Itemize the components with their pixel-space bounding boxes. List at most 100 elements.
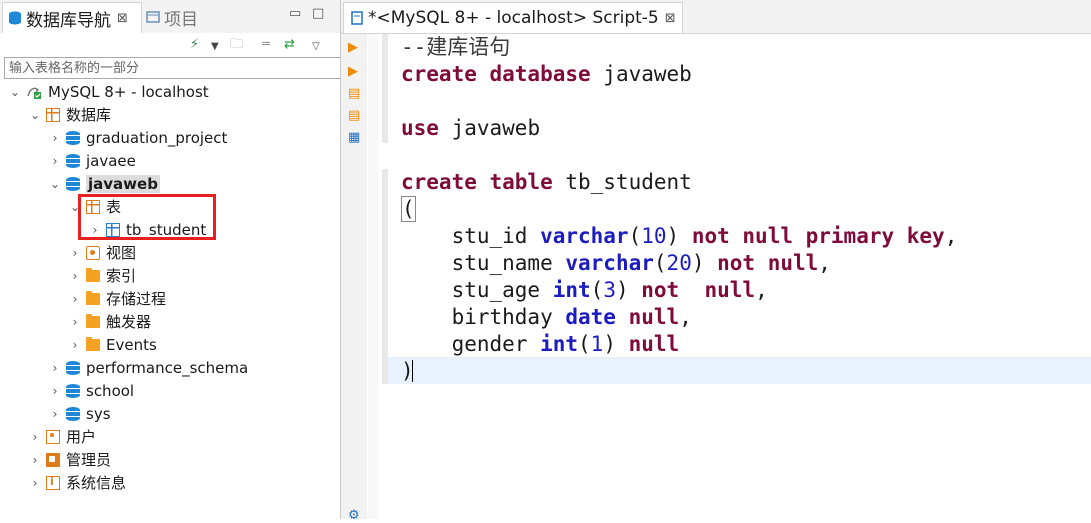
tree-item-database[interactable]: › javaee: [48, 149, 136, 172]
execute-script-icon[interactable]: ▤: [348, 86, 360, 101]
database-navigator-panel: 数据库导航 ⊠ 项目 ▭ □ ⚡ ▼ 🗀 ═ ⇄ ▽ ⌄ MySQL 8+ - …: [0, 0, 341, 519]
chevron-down-icon[interactable]: ⌄: [8, 85, 22, 99]
indexes-folder-label: 索引: [106, 267, 137, 285]
keyword: null: [628, 332, 680, 356]
chevron-down-icon[interactable]: ⌄: [28, 108, 42, 122]
chevron-right-icon[interactable]: ›: [68, 292, 82, 306]
tree-item-procedures-folder[interactable]: › 存储过程: [68, 287, 166, 310]
folder-icon: [86, 267, 100, 282]
connection-label: MySQL 8+ - localhost: [48, 82, 209, 101]
link-editor-icon[interactable]: ⇄: [284, 37, 295, 53]
tree-item-database[interactable]: › graduation_project: [48, 126, 228, 149]
keyword: null: [628, 305, 680, 329]
new-folder-icon[interactable]: 🗀: [230, 37, 243, 53]
tree-item-system-info[interactable]: › 系统信息: [28, 471, 126, 494]
views-folder-label: 视图: [106, 244, 137, 262]
code-line-create-database: create database javaweb: [401, 62, 692, 86]
database-icon: [66, 153, 80, 168]
editor-action-sidebar: ▶ ▶ ▤ ▤ ▦ ⚙: [341, 34, 367, 523]
tree-item-views-folder[interactable]: › 视图: [68, 241, 136, 264]
tree-item-database-javaweb[interactable]: ⌄ javaweb: [48, 172, 160, 195]
folder-icon: [86, 336, 100, 351]
statement-block-marker: [382, 34, 388, 143]
code-line-use: use javaweb: [401, 116, 541, 140]
new-connection-icon[interactable]: ⚡: [190, 37, 199, 53]
tree-item-database[interactable]: › school: [48, 379, 135, 402]
settings-icon[interactable]: ⚙: [348, 508, 360, 523]
keyword: not null: [641, 278, 756, 302]
chevron-right-icon[interactable]: ›: [28, 476, 42, 490]
database-icon: [66, 383, 80, 398]
minimize-icon[interactable]: ▭: [289, 6, 301, 21]
code-line-open-paren: (: [401, 196, 416, 223]
text-cursor: [412, 360, 413, 382]
chevron-right-icon[interactable]: ›: [28, 453, 42, 467]
chevron-down-icon[interactable]: ▼: [211, 39, 219, 55]
chevron-right-icon[interactable]: ›: [68, 315, 82, 329]
close-icon[interactable]: ⊠: [665, 11, 676, 26]
highlight-box: [78, 194, 216, 240]
type: varchar: [540, 224, 629, 248]
chevron-down-icon[interactable]: ⌄: [48, 177, 62, 191]
chevron-right-icon[interactable]: ›: [48, 384, 62, 398]
procedures-folder-label: 存储过程: [106, 290, 167, 308]
tree-item-users-folder[interactable]: › 用户: [28, 425, 96, 448]
tab-database-navigator[interactable]: 数据库导航 ⊠: [2, 2, 142, 33]
number: 10: [641, 224, 667, 248]
tab-database-navigator-label: 数据库导航: [26, 10, 111, 31]
close-icon[interactable]: ⊠: [117, 11, 128, 26]
execute-new-tab-icon[interactable]: ▶: [348, 64, 358, 79]
table-filter-input[interactable]: [4, 57, 340, 79]
type: int: [540, 332, 579, 356]
view-menu-icon[interactable]: ▽: [312, 39, 320, 55]
chevron-right-icon[interactable]: ›: [68, 338, 82, 352]
code-line-comment: --建库语句: [401, 35, 511, 59]
keyword: not null: [717, 251, 819, 275]
navigator-tabbar: 数据库导航 ⊠ 项目 ▭ □: [0, 0, 340, 33]
code-line-birthday: birthday date null,: [401, 305, 692, 329]
database-icon: [66, 130, 80, 145]
database-label: sys: [86, 404, 111, 423]
code-line-create-table: create table tb_student: [401, 170, 692, 194]
editor-gutter: [368, 34, 378, 519]
collapse-all-icon[interactable]: ═: [262, 37, 270, 53]
tree-item-database[interactable]: › performance_schema: [48, 356, 249, 379]
system-info-label: 系统信息: [66, 474, 127, 492]
chevron-right-icon[interactable]: ›: [68, 246, 82, 260]
info-icon: [46, 475, 60, 490]
keyword: create table: [401, 170, 553, 194]
tree-item-database[interactable]: › sys: [48, 402, 111, 425]
admin-folder-label: 管理员: [66, 451, 112, 469]
tab-script[interactable]: *<MySQL 8+ - localhost> Script-5 ⊠: [343, 2, 683, 33]
mysql-connection-icon: [27, 87, 41, 99]
folder-icon: [86, 290, 100, 305]
chevron-right-icon[interactable]: ›: [48, 131, 62, 145]
database-navigator-icon: [9, 11, 21, 25]
code-line-stu-age: stu_age int(3) not null,: [401, 278, 768, 302]
chevron-right-icon[interactable]: ›: [48, 154, 62, 168]
database-label: graduation_project: [86, 128, 228, 147]
chevron-right-icon[interactable]: ›: [28, 430, 42, 444]
chevron-right-icon[interactable]: ›: [68, 269, 82, 283]
tree-item-admin-folder[interactable]: › 管理员: [28, 448, 111, 471]
sql-script-icon: [351, 11, 363, 25]
execute-script-new-tab-icon[interactable]: ▤: [348, 108, 360, 123]
execute-statement-icon[interactable]: ▶: [348, 40, 358, 55]
tree-item-events-folder[interactable]: › Events: [68, 333, 157, 356]
database-label-selected: javaweb: [86, 174, 160, 193]
tree-item-triggers-folder[interactable]: › 触发器: [68, 310, 151, 333]
type: varchar: [565, 251, 654, 275]
chevron-right-icon[interactable]: ›: [48, 361, 62, 375]
editor-tabbar: *<MySQL 8+ - localhost> Script-5 ⊠: [341, 0, 1091, 34]
tree-item-connection[interactable]: ⌄ MySQL 8+ - localhost: [8, 80, 209, 103]
user-icon: [46, 429, 60, 444]
chevron-right-icon[interactable]: ›: [48, 407, 62, 421]
tree-item-indexes-folder[interactable]: › 索引: [68, 264, 136, 287]
statement-block-marker: [382, 169, 388, 384]
databases-folder-icon: [46, 107, 60, 122]
maximize-icon[interactable]: □: [312, 6, 324, 21]
explain-plan-icon[interactable]: ▦: [348, 130, 360, 145]
keyword: not null primary key: [691, 224, 945, 248]
tree-item-databases-folder[interactable]: ⌄ 数据库: [28, 103, 111, 126]
tab-projects[interactable]: 项目: [144, 2, 198, 32]
